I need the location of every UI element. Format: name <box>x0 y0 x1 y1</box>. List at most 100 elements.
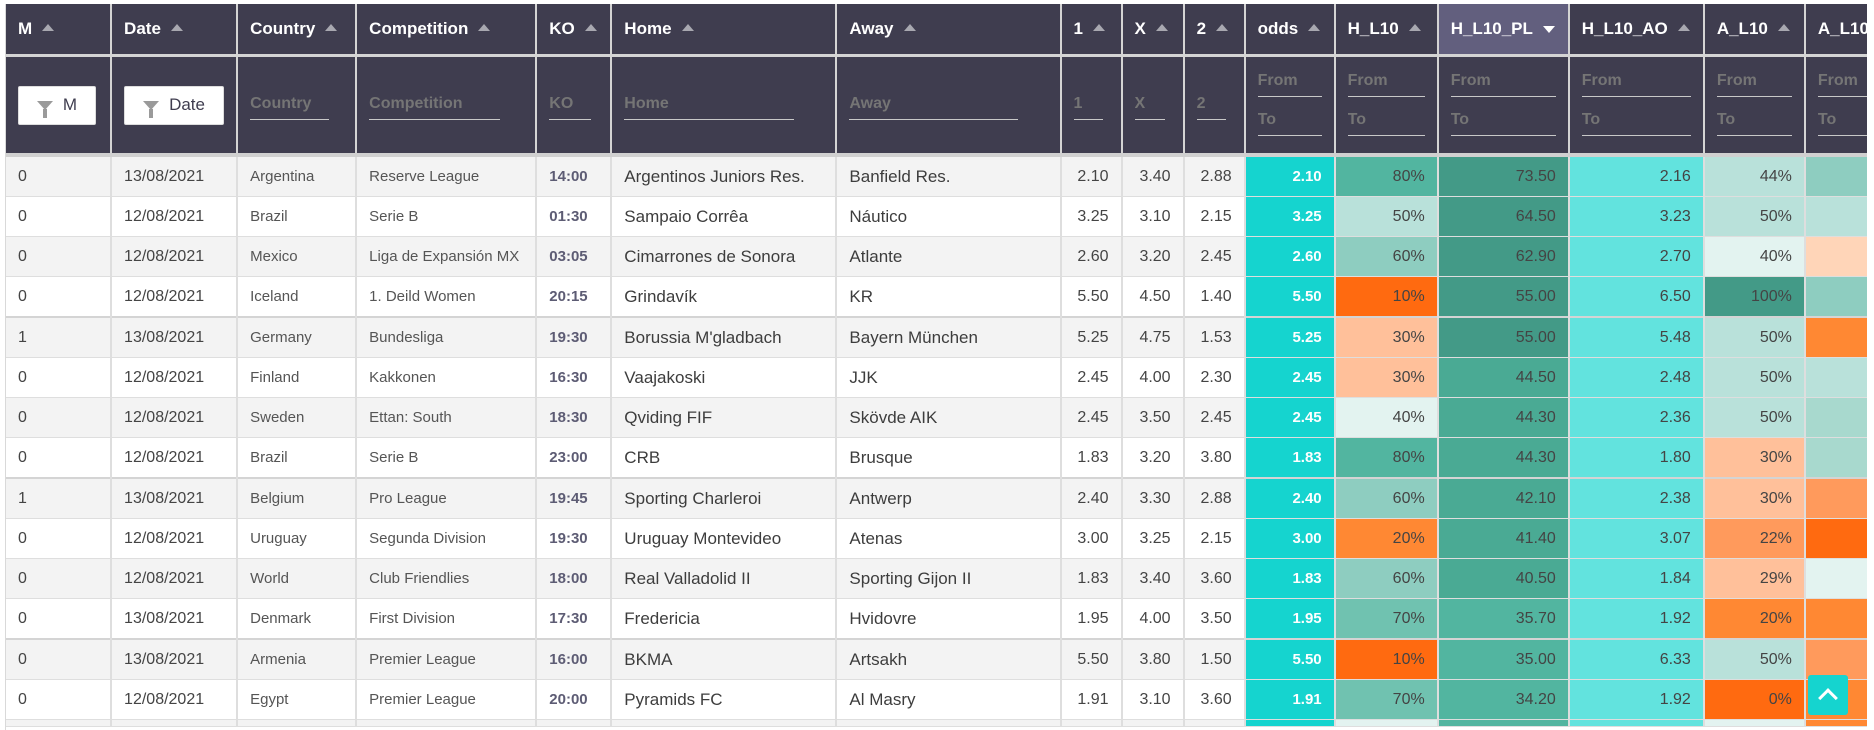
column-header-home[interactable]: Home <box>611 4 838 57</box>
sort-asc-icon[interactable] <box>1308 24 1321 32</box>
column-header-label: Home <box>624 19 672 38</box>
sort-asc-icon[interactable] <box>584 24 597 32</box>
sort-desc-icon[interactable] <box>1542 26 1555 34</box>
h-l10-ao-from-input[interactable] <box>1581 68 1691 97</box>
column-header-competition[interactable]: Competition <box>356 4 538 57</box>
a-l10-b-cell <box>1804 437 1867 479</box>
odds-2-cell: 1.53 <box>1183 316 1246 358</box>
competition-filter-input[interactable] <box>369 90 501 120</box>
h-l10-pl-cell: 73.50 <box>1437 155 1570 197</box>
column-header-h-l10-ao[interactable]: H_L10_AO <box>1568 4 1705 57</box>
column-header-o2[interactable]: 2 <box>1183 4 1246 57</box>
filter-cell-competition <box>356 55 538 157</box>
a-l10-b-to-input[interactable] <box>1817 107 1867 136</box>
h-l10-pl-cell: 35.70 <box>1437 598 1570 640</box>
column-header-country[interactable]: Country <box>237 4 358 57</box>
odds-x-filter-input[interactable] <box>1134 90 1166 120</box>
table-row[interactable]: 1 13/08/2021 Germany Bundesliga 19:30 Borussi… <box>6 316 1867 358</box>
sort-asc-icon[interactable] <box>1777 24 1790 32</box>
sort-asc-icon[interactable] <box>42 24 55 32</box>
column-header-date[interactable]: Date <box>111 4 239 57</box>
column-header-label: Competition <box>369 19 469 38</box>
h-l10-pl-from-input[interactable] <box>1450 68 1556 97</box>
competition-cell: Ettan: South <box>356 397 538 438</box>
column-header-h-l10[interactable]: H_L10 <box>1334 4 1439 57</box>
table-row[interactable]: 0 13/08/2021 Denmark First Division 17:30 Fre… <box>6 598 1867 640</box>
odds-x-cell: 3.25 <box>1121 518 1185 559</box>
sort-asc-icon[interactable] <box>478 24 491 32</box>
column-header-away[interactable]: Away <box>836 4 1062 57</box>
match-flag-cell: 0 <box>6 518 113 559</box>
a-l10-cell: 44% <box>1703 155 1806 197</box>
h-l10-pl-to-input[interactable] <box>1450 107 1556 136</box>
sort-asc-icon[interactable] <box>1216 24 1229 32</box>
odds-to-input[interactable] <box>1257 107 1322 136</box>
h-l10-ao-cell: 1.84 <box>1568 558 1705 599</box>
matches-table-container: M Date Country Competition KO Home Away 1 X 2 odds… <box>5 4 1867 730</box>
sort-asc-icon[interactable] <box>170 24 183 32</box>
a-l10-cell: 29% <box>1703 558 1806 599</box>
sort-asc-icon[interactable] <box>903 24 916 32</box>
column-header-o1[interactable]: 1 <box>1060 4 1123 57</box>
filter-cell-date: Date <box>111 55 239 157</box>
table-row[interactable]: 1 13/08/2021 Belgium Pro League 19:45 Sportin… <box>6 477 1867 519</box>
table-row[interactable]: 0 13/08/2021 Argentina Reserve League 14:00 A… <box>6 155 1867 197</box>
column-header-a-l10-b[interactable]: A_L10 <box>1804 4 1867 57</box>
odds-cell: 1.91 <box>1244 679 1336 720</box>
kickoff-cell: 18:00 <box>536 558 613 599</box>
kickoff-cell: 01:30 <box>536 196 613 237</box>
a-l10-from-input[interactable] <box>1716 68 1792 97</box>
table-row[interactable]: 0 12/08/2021 World Club Friendlies 18:00 Real… <box>6 558 1867 599</box>
column-header-m[interactable]: M <box>6 4 113 57</box>
h-l10-ao-to-input[interactable] <box>1581 107 1691 136</box>
h-l10-ao-cell: 1.80 <box>1568 437 1705 479</box>
column-header-h-l10-pl[interactable]: H_L10_PL <box>1437 4 1570 57</box>
sort-asc-icon[interactable] <box>681 24 694 32</box>
h-l10-cell: 10% <box>1334 276 1439 318</box>
odds-1-cell: 3.25 <box>1060 196 1123 237</box>
match-flag-cell: 0 <box>6 196 113 237</box>
a-l10-cell: 50% <box>1703 638 1806 680</box>
sort-asc-icon[interactable] <box>1408 24 1421 32</box>
sort-asc-icon[interactable] <box>1092 24 1105 32</box>
sort-asc-icon[interactable] <box>1155 24 1168 32</box>
table-row[interactable]: 0 12/08/2021 Brazil Serie B 01:30 Sampaio Cor… <box>6 196 1867 237</box>
filter-cell-a-l10-b <box>1804 55 1867 157</box>
a-l10-b-from-input[interactable] <box>1817 68 1867 97</box>
match-flag-cell: 0 <box>6 558 113 599</box>
table-row[interactable]: 0 12/08/2021 Mexico Liga de Expansión MX 03:… <box>6 236 1867 277</box>
h-l10-from-input[interactable] <box>1347 68 1425 97</box>
column-header-a-l10[interactable]: A_L10 <box>1703 4 1806 57</box>
table-row[interactable]: 0 12/08/2021 Egypt Premier League 20:00 Pyram… <box>6 679 1867 720</box>
a-l10-cell: 50% <box>1703 357 1806 398</box>
filter-cell-x <box>1121 55 1185 157</box>
table-row[interactable]: 0 12/08/2021 Brazil Serie B 23:00 CRB Brusque 1… <box>6 437 1867 479</box>
table-row[interactable]: 0 12/08/2021 Finland Kakkonen 16:30 Vaajakosk… <box>6 357 1867 398</box>
table-row[interactable]: 0 13/08/2021 Armenia Premier League 16:00 BKM… <box>6 638 1867 680</box>
sort-asc-icon[interactable] <box>325 24 338 32</box>
column-header-ko[interactable]: KO <box>536 4 613 57</box>
scroll-to-top-button[interactable] <box>1808 675 1848 715</box>
home-filter-input[interactable] <box>624 90 794 120</box>
column-header-odds[interactable]: odds <box>1244 4 1336 57</box>
ko-filter-input[interactable] <box>549 90 591 120</box>
odds-2-filter-input[interactable] <box>1196 90 1227 120</box>
odds-cell <box>1244 719 1336 727</box>
table-row[interactable]: 0 12/08/2021 Sweden Ettan: South 18:30 Qvidin… <box>6 397 1867 438</box>
table-row[interactable]: 0 12/08/2021 Uruguay Segunda Division 19:30 U… <box>6 518 1867 559</box>
odds-from-input[interactable] <box>1257 68 1322 97</box>
a-l10-to-input[interactable] <box>1716 107 1792 136</box>
odds-cell: 1.95 <box>1244 598 1336 640</box>
odds-1-filter-input[interactable] <box>1073 90 1104 120</box>
date-cell: 13/08/2021 <box>111 155 239 197</box>
sort-asc-icon[interactable] <box>1677 24 1690 32</box>
kickoff-cell: 16:30 <box>536 357 613 398</box>
table-row[interactable]: 0 12/08/2021 Iceland 1. Deild Women 20:15 Gri… <box>6 276 1867 318</box>
away-filter-input[interactable] <box>849 90 1018 120</box>
country-filter-input[interactable] <box>250 90 330 120</box>
filter-cell-h-l10-pl <box>1437 55 1570 157</box>
column-header-ox[interactable]: X <box>1121 4 1185 57</box>
date-filter-button[interactable]: Date <box>124 85 225 125</box>
m-filter-button[interactable]: M <box>18 85 96 125</box>
h-l10-to-input[interactable] <box>1347 107 1425 136</box>
